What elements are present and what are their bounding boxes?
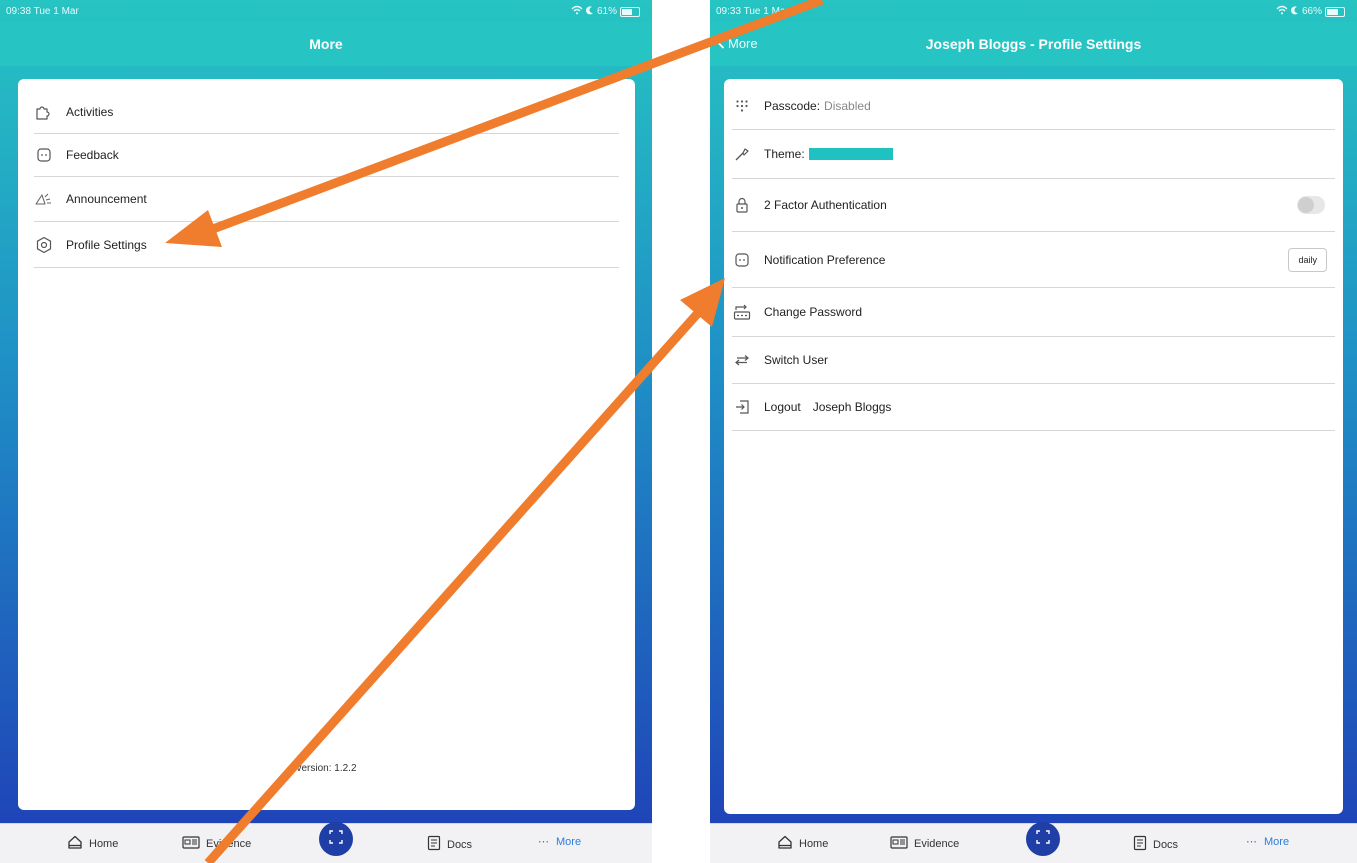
menu-item-announcement[interactable]: Announcement — [34, 177, 619, 222]
status-bar: 09:38 Tue 1 Mar 61% — [0, 0, 652, 22]
page-title: Joseph Bloggs - Profile Settings — [925, 36, 1142, 52]
passcode-label: Passcode: — [764, 99, 821, 113]
logout-label: Logout — [764, 400, 801, 414]
two-factor-toggle[interactable] — [1297, 196, 1325, 214]
tab-home[interactable]: Home — [67, 835, 118, 852]
passcode-row[interactable]: Passcode: Disabled — [732, 83, 1335, 130]
tab-docs[interactable]: Docs — [427, 835, 472, 854]
menu-item-label: Feedback — [66, 148, 119, 162]
tab-evidence[interactable]: Evidence — [182, 835, 251, 852]
change-password-label: Change Password — [764, 305, 863, 319]
page-title: More — [309, 36, 343, 52]
switch-user-label: Switch User — [764, 353, 829, 367]
password-icon — [732, 303, 752, 321]
tab-docs[interactable]: Docs — [1133, 835, 1178, 854]
notification-frequency-button[interactable]: daily — [1288, 247, 1327, 272]
tab-home[interactable]: Home — [777, 835, 828, 852]
megaphone-icon — [34, 191, 54, 207]
tab-more[interactable]: ⋯ More — [1246, 835, 1290, 849]
nav-bar: More — [0, 22, 652, 66]
scan-icon — [1036, 829, 1050, 849]
profile-settings-screen: 09:33 Tue 1 Mar 66% More Joseph Bloggs -… — [710, 0, 1357, 863]
tab-label: Home — [89, 837, 119, 850]
status-bar: 09:33 Tue 1 Mar 66% — [710, 0, 1357, 22]
theme-color-swatch[interactable] — [808, 148, 893, 160]
nav-bar: More Joseph Bloggs - Profile Settings — [710, 22, 1357, 66]
logout-username: Joseph Bloggs — [812, 400, 892, 414]
settings-card: Passcode: Disabled Theme: 2 Factor Authe… — [724, 79, 1343, 814]
moon-icon — [585, 5, 594, 18]
app-version: version: 1.2.2 — [296, 763, 357, 774]
menu-item-feedback[interactable]: Feedback — [34, 134, 619, 177]
tab-label: Evidence — [914, 837, 960, 850]
logout-icon — [732, 399, 752, 415]
theme-label: Theme: — [764, 147, 805, 161]
status-time: 09:38 Tue 1 Mar — [6, 6, 79, 17]
tab-evidence[interactable]: Evidence — [890, 835, 959, 852]
scan-icon — [329, 829, 343, 849]
evidence-icon — [890, 835, 908, 852]
ellipsis-icon: ⋯ — [538, 836, 550, 848]
menu-item-label: Profile Settings — [66, 237, 147, 252]
chat-icon — [34, 147, 54, 163]
tab-more[interactable]: ⋯ More — [538, 835, 582, 849]
logout-row[interactable]: Logout Joseph Bloggs — [732, 384, 1335, 431]
tab-label: Evidence — [206, 837, 252, 850]
keypad-icon — [732, 99, 752, 113]
battery-percent: 66% — [1301, 6, 1322, 17]
status-time: 09:33 Tue 1 Mar — [716, 6, 789, 17]
tab-label: More — [556, 835, 582, 848]
puzzle-icon — [34, 104, 54, 120]
home-icon — [777, 835, 793, 852]
battery-icon — [620, 6, 640, 17]
menu-card: Activities Feedback Announcement Profile… — [18, 79, 635, 810]
toggle-knob — [1298, 197, 1314, 213]
chat-icon — [732, 252, 752, 268]
tab-label: Docs — [447, 838, 473, 851]
scan-button[interactable] — [1026, 822, 1060, 856]
ellipsis-icon: ⋯ — [1246, 836, 1258, 848]
document-icon — [1133, 835, 1147, 854]
moon-icon — [1290, 5, 1299, 18]
gear-icon — [34, 236, 54, 254]
menu-item-activities[interactable]: Activities — [34, 91, 619, 134]
more-screen: 09:38 Tue 1 Mar 61% More Activities Feed — [0, 0, 652, 863]
notification-row: Notification Preference daily — [732, 232, 1335, 288]
lock-icon — [732, 197, 752, 213]
change-password-row[interactable]: Change Password — [732, 288, 1335, 337]
switch-user-row[interactable]: Switch User — [732, 337, 1335, 384]
two-factor-row: 2 Factor Authentication — [732, 179, 1335, 232]
eyedropper-icon — [732, 146, 752, 162]
menu-item-label: Activities — [66, 105, 114, 119]
theme-row[interactable]: Theme: — [732, 130, 1335, 179]
tab-label: Docs — [1153, 838, 1179, 851]
tab-label: Home — [799, 837, 829, 850]
menu-item-label: Announcement — [66, 192, 147, 206]
passcode-value: Disabled — [824, 99, 871, 113]
evidence-icon — [182, 835, 200, 852]
scan-button[interactable] — [319, 822, 353, 856]
menu-item-profile-settings[interactable]: Profile Settings — [34, 222, 619, 268]
wifi-icon — [1276, 5, 1288, 18]
two-factor-label: 2 Factor Authentication — [764, 198, 887, 212]
document-icon — [427, 835, 441, 854]
wifi-icon — [571, 5, 583, 18]
battery-percent: 61% — [596, 6, 617, 17]
tab-label: More — [1264, 835, 1290, 848]
home-icon — [67, 835, 83, 852]
tab-bar: Home Evidence Docs ⋯ More — [0, 822, 652, 863]
battery-icon — [1325, 6, 1345, 17]
tab-bar: Home Evidence Docs ⋯ More — [710, 822, 1357, 863]
swap-arrows-icon — [732, 354, 752, 366]
notification-label: Notification Preference — [764, 252, 886, 267]
